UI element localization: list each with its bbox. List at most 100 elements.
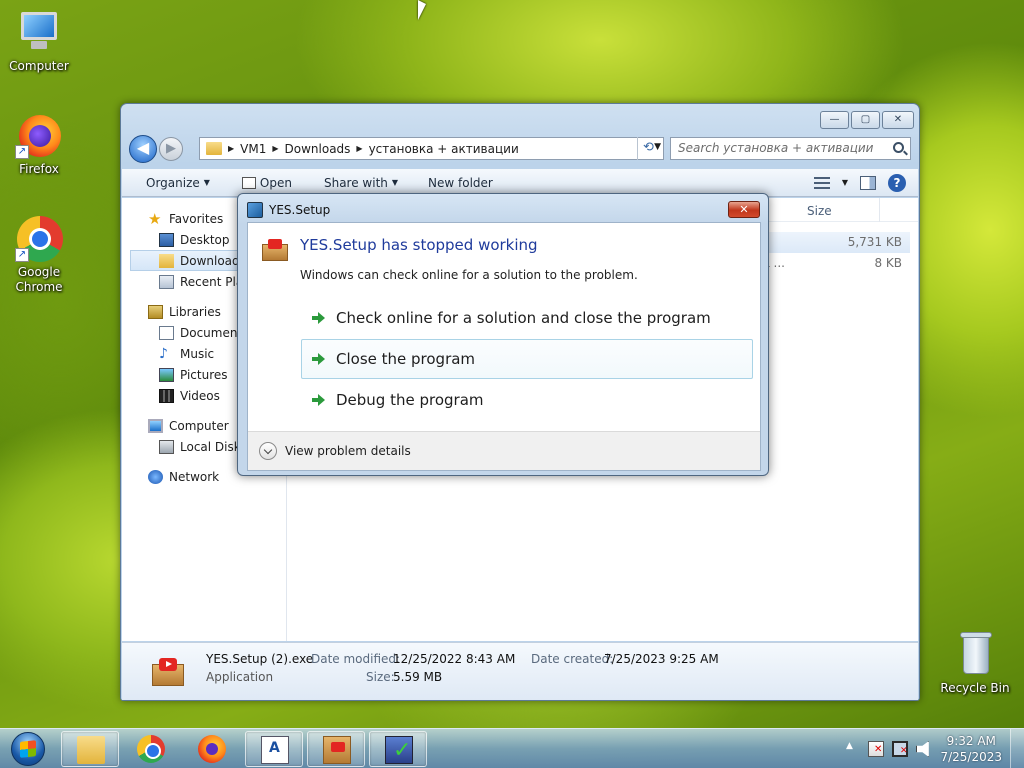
open-button[interactable]: Open (222, 176, 304, 190)
navigation-bar: ◀ ▶ ▶ VM1 ▶ Downloads ▶ установка + акти… (129, 134, 911, 164)
taskbar-document[interactable] (245, 731, 303, 767)
green-arrow-icon (312, 312, 326, 324)
expand-details-icon[interactable] (259, 442, 277, 460)
breadcrumb-separator-icon: ▶ (272, 144, 279, 153)
open-label: Open (259, 175, 292, 190)
firefox-icon: ↗ (15, 111, 63, 159)
music-icon: ♪ (159, 345, 168, 362)
view-problem-details-link[interactable]: View problem details (285, 444, 411, 458)
desktop-icon-label: Firefox (19, 162, 59, 176)
dialog-close-button[interactable]: ✕ (728, 201, 760, 218)
details-pane: YES.Setup (2).exe Application Date modif… (122, 642, 918, 700)
documents-icon (159, 325, 174, 340)
pictures-icon (159, 367, 174, 382)
address-bar[interactable]: ▶ VM1 ▶ Downloads ▶ установка + активаци… (199, 137, 664, 160)
window-controls: — ▢ ✕ (820, 111, 914, 129)
green-arrow-icon (312, 353, 326, 365)
recycle-bin-icon (951, 630, 999, 678)
disk-drive-icon (159, 439, 174, 454)
details-created-value: 7/25/2023 9:25 AM (604, 652, 719, 666)
debug-program-option[interactable]: Debug the program (301, 380, 753, 420)
error-dialog: YES.Setup ✕ YES.Setup has stopped workin… (237, 193, 769, 476)
close-program-option[interactable]: Close the program (301, 339, 753, 379)
libraries-icon (148, 304, 163, 319)
option-label: Debug the program (336, 391, 484, 409)
show-desktop-button[interactable] (1010, 729, 1024, 768)
volume-icon[interactable] (916, 741, 929, 757)
application-icon (247, 202, 263, 218)
search-icon[interactable] (893, 142, 904, 153)
search-input[interactable]: Search установка + активации (670, 137, 911, 160)
setup-package-icon (262, 237, 288, 261)
back-button[interactable]: ◀ (129, 135, 157, 163)
file-size: 8 KB (874, 256, 902, 270)
forward-button[interactable]: ▶ (159, 137, 183, 161)
clock[interactable]: 9:32 AM 7/25/2023 (940, 733, 1002, 765)
option-label: Close the program (336, 350, 476, 368)
desktop-icon-chrome[interactable]: ↗ Google Chrome (1, 214, 77, 295)
change-view-icon[interactable] (813, 176, 830, 189)
details-size-label: Size: (366, 670, 395, 684)
breadcrumb-separator-icon: ▶ (228, 144, 235, 153)
new-folder-button[interactable]: New folder (410, 176, 505, 190)
start-button[interactable] (3, 730, 53, 768)
details-modified-label: Date modified: (311, 652, 401, 666)
refresh-button[interactable]: ⟲ (637, 137, 659, 160)
new-folder-label: New folder (428, 175, 493, 190)
green-arrow-icon (312, 394, 326, 406)
action-center-icon[interactable] (868, 741, 884, 757)
preview-pane-icon[interactable] (860, 175, 876, 190)
share-with-label: Share with (323, 175, 388, 190)
column-header-size[interactable]: Size (807, 204, 832, 218)
details-file-name: YES.Setup (2).exe (206, 652, 314, 666)
folder-icon (206, 142, 222, 155)
chevron-down-icon[interactable]: ▼ (842, 178, 848, 187)
desktop-icon-recycle-bin[interactable]: Recycle Bin (937, 630, 1013, 696)
dialog-heading: YES.Setup has stopped working (300, 236, 538, 254)
maximize-button[interactable]: ▢ (851, 111, 880, 129)
chrome-icon (137, 735, 165, 763)
close-button[interactable]: ✕ (882, 111, 914, 129)
clock-date: 7/25/2023 (940, 750, 1002, 764)
taskbar-installer[interactable] (369, 731, 427, 767)
desktop-icon-label: Computer (9, 59, 69, 73)
breadcrumb-vm1[interactable]: VM1 (240, 142, 266, 156)
folder-icon (77, 736, 105, 764)
notification-area: ▲ 9:32 AM 7/25/2023 (834, 729, 1024, 768)
chevron-down-icon: ▼ (391, 178, 399, 187)
breadcrumb-downloads[interactable]: Downloads (285, 142, 351, 156)
show-hidden-icons-icon[interactable]: ▲ (846, 741, 853, 751)
nav-label: Videos (180, 388, 220, 403)
folder-icon (159, 253, 174, 268)
taskbar-chrome[interactable] (122, 731, 180, 767)
taskbar-firefox[interactable] (183, 731, 241, 767)
details-modified-value: 12/25/2022 8:43 AM (393, 652, 516, 666)
computer-icon (148, 418, 163, 433)
check-online-option[interactable]: Check online for a solution and close th… (301, 298, 753, 338)
details-file-kind: Application (206, 670, 274, 684)
installer-check-icon (385, 736, 413, 765)
desktop-icon-computer[interactable]: Computer (1, 8, 77, 74)
desktop-icon (159, 232, 174, 247)
videos-icon (159, 388, 174, 403)
minimize-button[interactable]: — (820, 111, 849, 129)
nav-label: Favorites (169, 211, 224, 226)
dialog-message: Windows can check online for a solution … (300, 268, 638, 282)
help-icon[interactable]: ? (888, 173, 906, 192)
taskbar-yes-setup[interactable] (307, 731, 365, 767)
organize-button[interactable]: Organize ▼ (122, 176, 222, 190)
column-divider[interactable] (879, 198, 880, 222)
star-icon: ★ (148, 209, 162, 228)
search-placeholder: Search установка + активации (678, 141, 874, 155)
desktop-icon-firefox[interactable]: ↗ Firefox (1, 111, 77, 177)
network-status-icon[interactable] (892, 741, 908, 757)
breadcrumb-current-folder[interactable]: установка + активации (369, 142, 519, 156)
file-size: 5,731 KB (847, 235, 902, 249)
taskbar: ▲ 9:32 AM 7/25/2023 (0, 728, 1024, 768)
nav-label: Computer (169, 418, 229, 433)
chrome-icon: ↗ (15, 214, 63, 262)
share-with-button[interactable]: Share with ▼ (304, 176, 410, 190)
taskbar-explorer[interactable] (61, 731, 119, 767)
computer-icon (15, 8, 63, 56)
option-label: Check online for a solution and close th… (336, 309, 711, 327)
